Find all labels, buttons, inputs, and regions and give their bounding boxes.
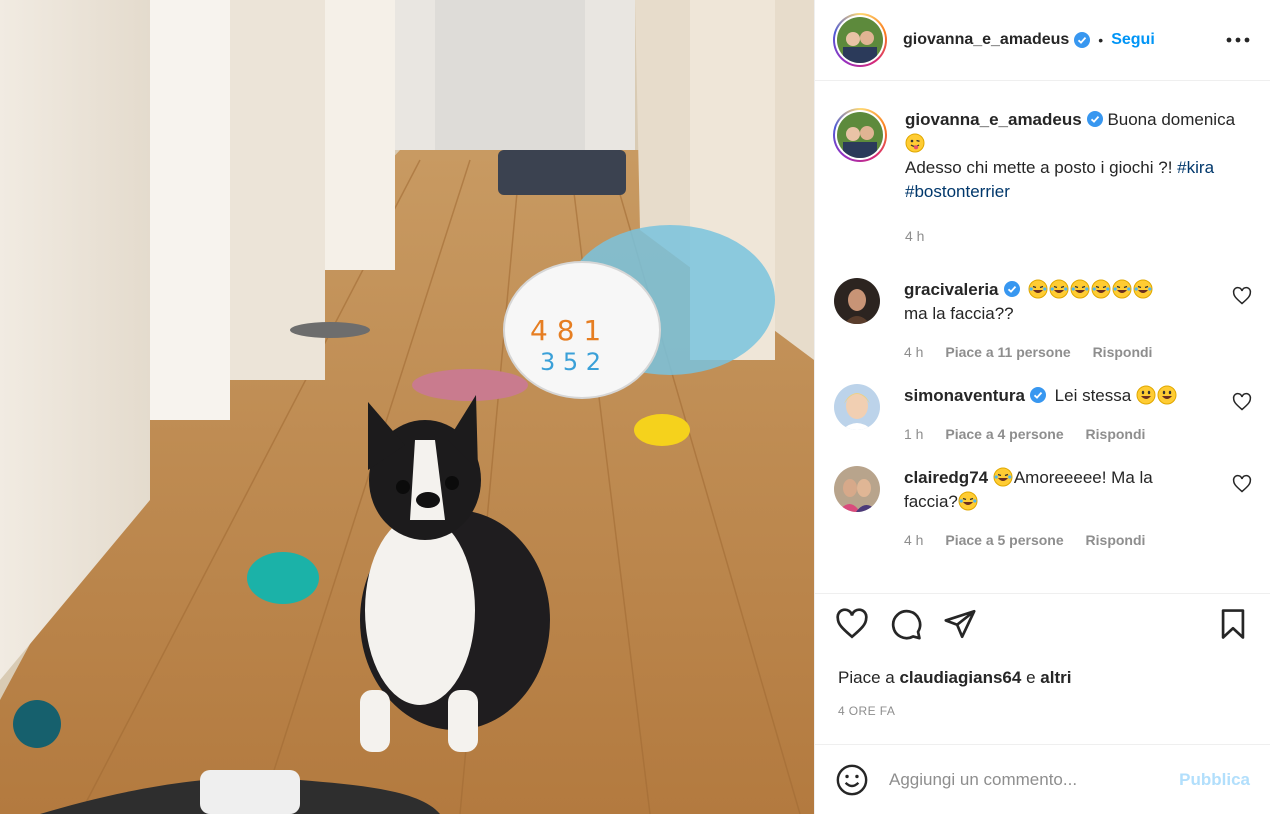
post-photo[interactable]: 4 8 1 3 5 2	[0, 0, 814, 814]
grinning-emoji-icon	[1136, 385, 1156, 405]
caption-author-avatar[interactable]	[833, 108, 887, 162]
comment-likes-link[interactable]: Piace a 11 persone	[945, 344, 1070, 360]
likes-prefix: Piace a	[838, 668, 895, 687]
share-paper-plane-icon[interactable]	[943, 607, 977, 641]
comment-username[interactable]: gracivaleria	[904, 280, 999, 299]
likes-others-link[interactable]: altri	[1040, 668, 1071, 687]
hashtag-link[interactable]: #kira	[1177, 158, 1214, 177]
hashtag-link[interactable]: #bostonterrier	[905, 182, 1010, 201]
post-actions-bar	[815, 593, 1270, 653]
comment-item: clairedg74 Amoreeeee! Ma la faccia? 4 h …	[833, 466, 1252, 552]
commenter-avatar[interactable]	[834, 278, 880, 324]
comment-likes-link[interactable]: Piace a 4 persone	[945, 426, 1063, 442]
likes-user-link[interactable]: claudiagians64	[899, 668, 1021, 687]
separator-dot: •	[1098, 32, 1104, 48]
likes-summary: Piace a claudiagians64 e altri	[838, 668, 1071, 688]
comment-likes-link[interactable]: Piace a 5 persone	[945, 532, 1063, 548]
comment-text: Amoreeeee! Ma la	[1013, 468, 1153, 487]
commenter-avatar[interactable]	[834, 384, 880, 430]
commenter-avatar[interactable]	[834, 466, 880, 512]
author-username[interactable]: giovanna_e_amadeus	[903, 31, 1069, 49]
laughing-tears-emoji-icon	[1049, 279, 1069, 299]
post-sidebar: giovanna_e_amadeus • Segui giovanna_e_am…	[814, 0, 1270, 814]
post-image: 4 8 1 3 5 2	[0, 0, 814, 814]
laughing-tears-emoji-icon	[1070, 279, 1090, 299]
comment-time: 1 h	[904, 426, 924, 442]
comment-time: 4 h	[904, 532, 924, 548]
post-header: giovanna_e_amadeus • Segui	[815, 0, 1270, 81]
more-options-icon[interactable]	[1224, 26, 1252, 54]
comment-bubble-icon[interactable]	[889, 607, 923, 641]
save-bookmark-icon[interactable]	[1216, 607, 1250, 641]
verified-badge-icon	[1003, 281, 1020, 297]
post-caption: giovanna_e_amadeus Buona domenica Adesso…	[833, 82, 1252, 248]
reply-button[interactable]: Rispondi	[1086, 426, 1146, 442]
laughing-emoji-row	[1028, 279, 1154, 299]
comments-list[interactable]: giovanna_e_amadeus Buona domenica Adesso…	[815, 82, 1270, 592]
svg-text:4 8 1: 4 8 1	[530, 314, 601, 347]
reply-button[interactable]: Rispondi	[1086, 532, 1146, 548]
comment-username[interactable]: simonaventura	[904, 386, 1025, 405]
add-comment-bar: Pubblica	[815, 744, 1270, 814]
laughing-tears-emoji-icon	[1091, 279, 1111, 299]
laughing-tears-emoji-icon	[1112, 279, 1132, 299]
comment-input[interactable]	[889, 769, 1180, 790]
winking-tongue-emoji-icon	[905, 133, 925, 153]
caption-time: 4 h	[905, 228, 925, 244]
author-avatar[interactable]	[833, 13, 887, 67]
comment-like-heart-icon[interactable]	[1232, 392, 1252, 412]
follow-button[interactable]: Segui	[1111, 31, 1155, 49]
reply-button[interactable]: Rispondi	[1093, 344, 1153, 360]
post-timestamp[interactable]: 4 ORE FA	[838, 704, 895, 718]
emoji-picker-icon[interactable]	[835, 763, 869, 797]
grinning-emoji-icon	[1157, 385, 1177, 405]
laughing-tears-emoji-icon	[993, 467, 1013, 487]
svg-text:3 5 2: 3 5 2	[540, 348, 601, 376]
comment-like-heart-icon[interactable]	[1232, 286, 1252, 306]
comment-time: 4 h	[904, 344, 924, 360]
comment-text: Lei stessa	[1054, 386, 1132, 405]
comment-like-heart-icon[interactable]	[1232, 474, 1252, 494]
caption-text-line2: Adesso chi mette a posto i giochi ?!	[905, 158, 1173, 177]
laughing-tears-emoji-icon	[958, 491, 978, 511]
comment-text: faccia?	[904, 492, 958, 511]
comment-item: simonaventura Lei stessa 1 h Piace a 4 p…	[833, 384, 1252, 446]
laughing-tears-emoji-icon	[1133, 279, 1153, 299]
comment-username[interactable]: clairedg74	[904, 468, 988, 487]
publish-button[interactable]: Pubblica	[1179, 770, 1250, 790]
caption-text-line1: Buona domenica	[1107, 110, 1236, 129]
verified-badge-icon	[1086, 111, 1103, 127]
caption-username[interactable]: giovanna_e_amadeus	[905, 110, 1082, 129]
comment-item: gracivaleria ma la faccia?? 4 h Piace a …	[833, 278, 1252, 364]
comment-text: ma la faccia??	[904, 304, 1014, 323]
verified-badge-icon	[1074, 32, 1091, 48]
likes-suffix: e	[1026, 668, 1036, 687]
verified-badge-icon	[1029, 387, 1046, 403]
like-heart-icon[interactable]	[835, 607, 869, 641]
laughing-tears-emoji-icon	[1028, 279, 1048, 299]
